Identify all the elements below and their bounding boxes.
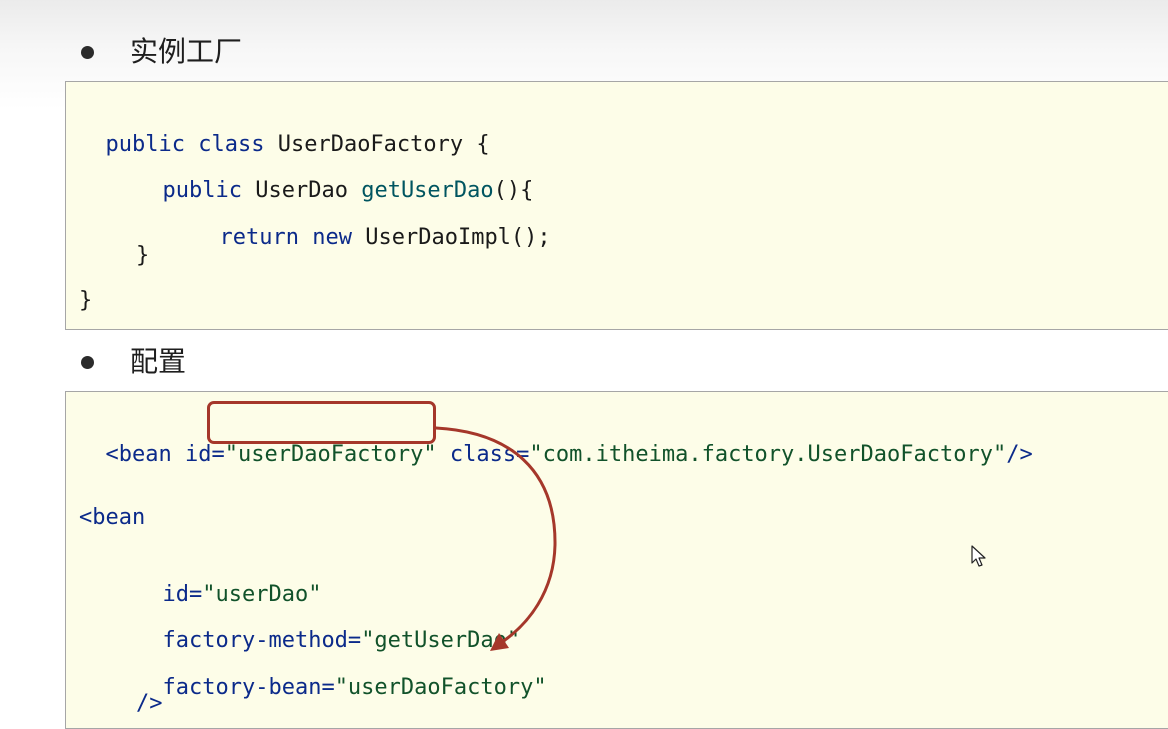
bullet-dot xyxy=(81,355,94,369)
bullet-dot xyxy=(81,45,94,59)
code-line: public class UserDaoFactory { xyxy=(105,132,490,157)
code-line: public UserDao getUserDao(){ xyxy=(162,178,534,203)
code-line: } xyxy=(79,288,93,313)
section-label: 配置 xyxy=(130,345,187,378)
highlight-annotation-box xyxy=(207,401,436,444)
code-line: factory-bean="userDaoFactory" xyxy=(162,675,547,700)
code-line: id="userDao" xyxy=(162,582,322,607)
code-line: return new UserDaoImpl(); xyxy=(219,225,551,250)
code-line: /> xyxy=(136,691,163,716)
code-line: } xyxy=(136,243,150,268)
section-label: 实例工厂 xyxy=(130,35,243,68)
highlighted-id-value: "userDaoFactory" xyxy=(224,442,437,467)
code-line: factory-method="getUserDao" xyxy=(162,628,521,653)
code-line: <bean xyxy=(79,505,146,530)
